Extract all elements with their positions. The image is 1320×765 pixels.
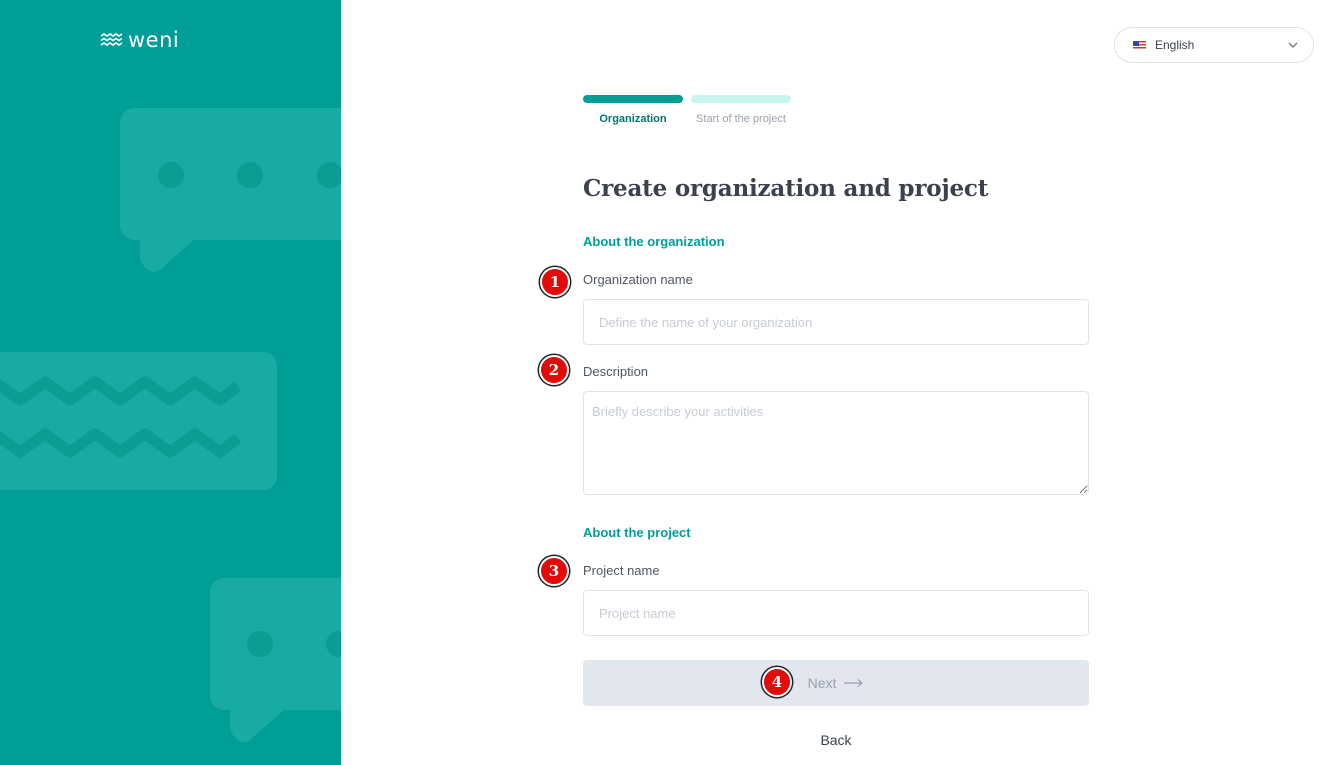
zigzag-bubble-decoration bbox=[0, 352, 277, 490]
project-name-label: Project name bbox=[583, 563, 660, 578]
page-title: Create organization and project bbox=[583, 175, 989, 202]
us-flag-icon bbox=[1133, 40, 1146, 50]
zigzag-icon bbox=[0, 376, 242, 458]
organization-section-title: About the organization bbox=[583, 234, 725, 249]
next-button[interactable]: Next bbox=[583, 660, 1089, 706]
step-bar bbox=[691, 95, 791, 103]
project-section-title: About the project bbox=[583, 525, 691, 540]
step-organization: Organization bbox=[583, 95, 683, 125]
brand-panel: weni bbox=[0, 0, 341, 765]
chevron-down-icon bbox=[1288, 42, 1298, 48]
description-textarea[interactable] bbox=[583, 391, 1089, 495]
step-label: Organization bbox=[599, 113, 667, 125]
annotation-marker-2: 2 bbox=[539, 355, 569, 385]
chat-bubble-decoration bbox=[120, 108, 341, 240]
language-label: English bbox=[1155, 38, 1195, 52]
annotation-marker-3: 3 bbox=[539, 556, 569, 586]
bubble-dot bbox=[247, 631, 273, 657]
back-link[interactable]: Back bbox=[583, 732, 1089, 748]
bubble-tail-decoration bbox=[140, 238, 196, 272]
annotation-marker-4: 4 bbox=[762, 667, 792, 697]
waves-logo-icon bbox=[100, 33, 123, 46]
bubble-dot bbox=[237, 162, 263, 188]
arrow-right-icon bbox=[844, 679, 864, 687]
organization-name-label: Organization name bbox=[583, 272, 693, 287]
organization-name-input[interactable] bbox=[583, 299, 1089, 345]
bubble-dot bbox=[158, 162, 184, 188]
step-start-of-project: Start of the project bbox=[691, 95, 791, 125]
language-select[interactable]: English bbox=[1114, 27, 1314, 63]
chat-bubble-decoration bbox=[210, 578, 341, 710]
bubble-dot bbox=[317, 162, 341, 188]
description-label: Description bbox=[583, 364, 649, 379]
step-bar bbox=[583, 95, 683, 103]
step-label: Start of the project bbox=[696, 113, 786, 125]
weni-logo[interactable]: weni bbox=[100, 28, 179, 52]
next-button-label: Next bbox=[807, 675, 837, 691]
annotation-marker-1: 1 bbox=[540, 267, 570, 297]
project-name-input[interactable] bbox=[583, 590, 1089, 636]
logo-text: weni bbox=[128, 28, 180, 52]
bubble-tail-decoration bbox=[230, 708, 286, 742]
progress-stepper: Organization Start of the project bbox=[583, 95, 791, 125]
